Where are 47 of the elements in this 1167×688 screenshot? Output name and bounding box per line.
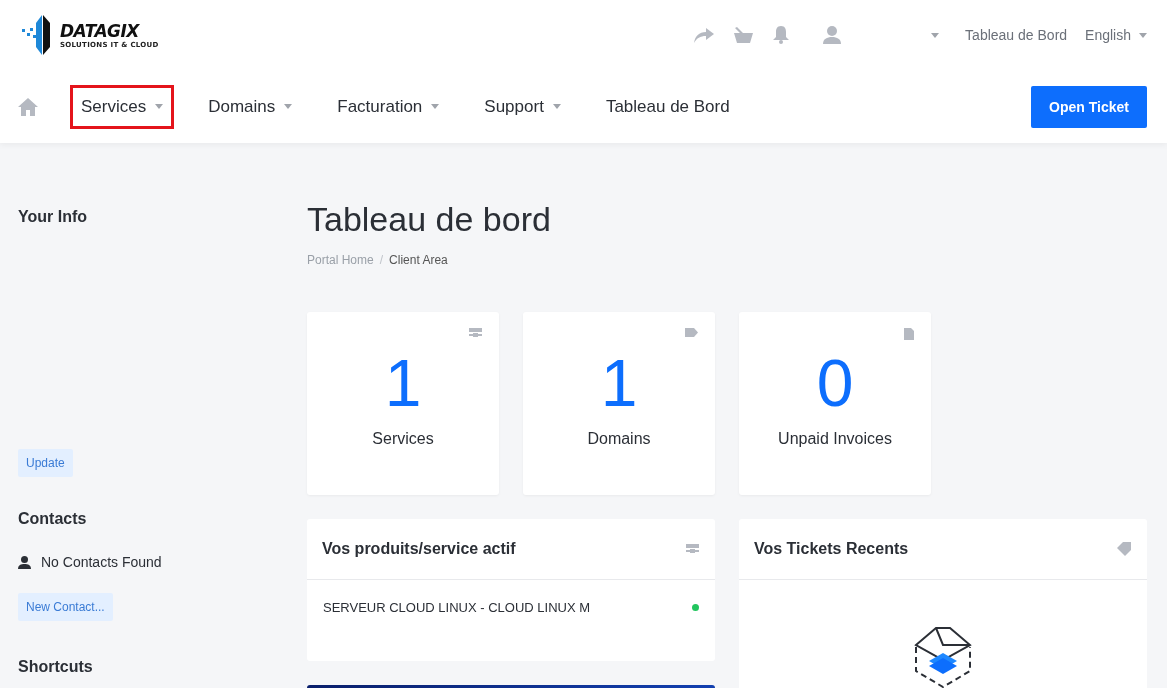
section-title: Shortcuts [18, 658, 94, 676]
bell-icon[interactable] [773, 26, 790, 44]
section-title: Contacts [18, 510, 88, 528]
section-title: Your Info [18, 208, 89, 226]
nav-item[interactable]: Support [473, 84, 572, 129]
top-link[interactable]: Tableau de Bord [965, 27, 1068, 43]
user-icon [18, 555, 31, 569]
nav-item[interactable]: Facturation [326, 84, 451, 129]
tag-icon [1117, 542, 1131, 556]
caret-icon [431, 104, 440, 109]
update-button[interactable]: Update [18, 449, 73, 477]
breadcrumb-link[interactable]: Client Area [389, 253, 448, 267]
caret-icon [155, 104, 164, 109]
stat-value: 1 [600, 350, 638, 416]
stat-card[interactable]: 1 Domains [523, 312, 715, 495]
stat-card[interactable]: 0 Unpaid Invoices [739, 312, 931, 495]
logo-text: DATAGIX [60, 21, 141, 41]
stat-value: 0 [816, 350, 854, 416]
server-icon [469, 328, 482, 339]
stat-value: 1 [384, 350, 422, 416]
open-ticket-button[interactable]: Open Ticket [1031, 85, 1147, 128]
product-name[interactable]: SERVEUR CLOUD LINUX - CLOUD LINUX M [323, 600, 591, 615]
server-icon [686, 543, 699, 555]
caret-icon [1139, 32, 1147, 38]
top-link[interactable]: English [1085, 27, 1147, 43]
new-contact-button[interactable]: New Contact... [18, 593, 113, 621]
stat-label: Unpaid Invoices [778, 430, 892, 448]
nav-item[interactable]: Services [70, 84, 175, 129]
home-icon[interactable] [18, 97, 38, 116]
user-icon[interactable] [823, 26, 842, 44]
nav-item[interactable]: Domains [197, 84, 304, 129]
panel-title: Vos produits/service actif [322, 540, 516, 558]
caret-icon[interactable] [931, 32, 940, 38]
stat-label: Services [372, 430, 434, 448]
share-arrow-icon[interactable] [694, 27, 715, 43]
stat-label: Domains [587, 430, 651, 448]
stat-card[interactable]: 1 Services [307, 312, 499, 495]
empty-message: No Contacts Found [41, 554, 162, 570]
caret-icon [552, 104, 561, 109]
panel-title: Vos Tickets Recents [754, 540, 909, 558]
caret-icon [284, 104, 293, 109]
nav-item[interactable]: Tableau de Bord [594, 84, 741, 129]
breadcrumb-separator: / [379, 253, 384, 267]
basket-icon[interactable] [734, 27, 754, 43]
page-title: Tableau de bord [307, 200, 552, 239]
tag-icon [685, 328, 698, 337]
document-icon [904, 328, 914, 340]
